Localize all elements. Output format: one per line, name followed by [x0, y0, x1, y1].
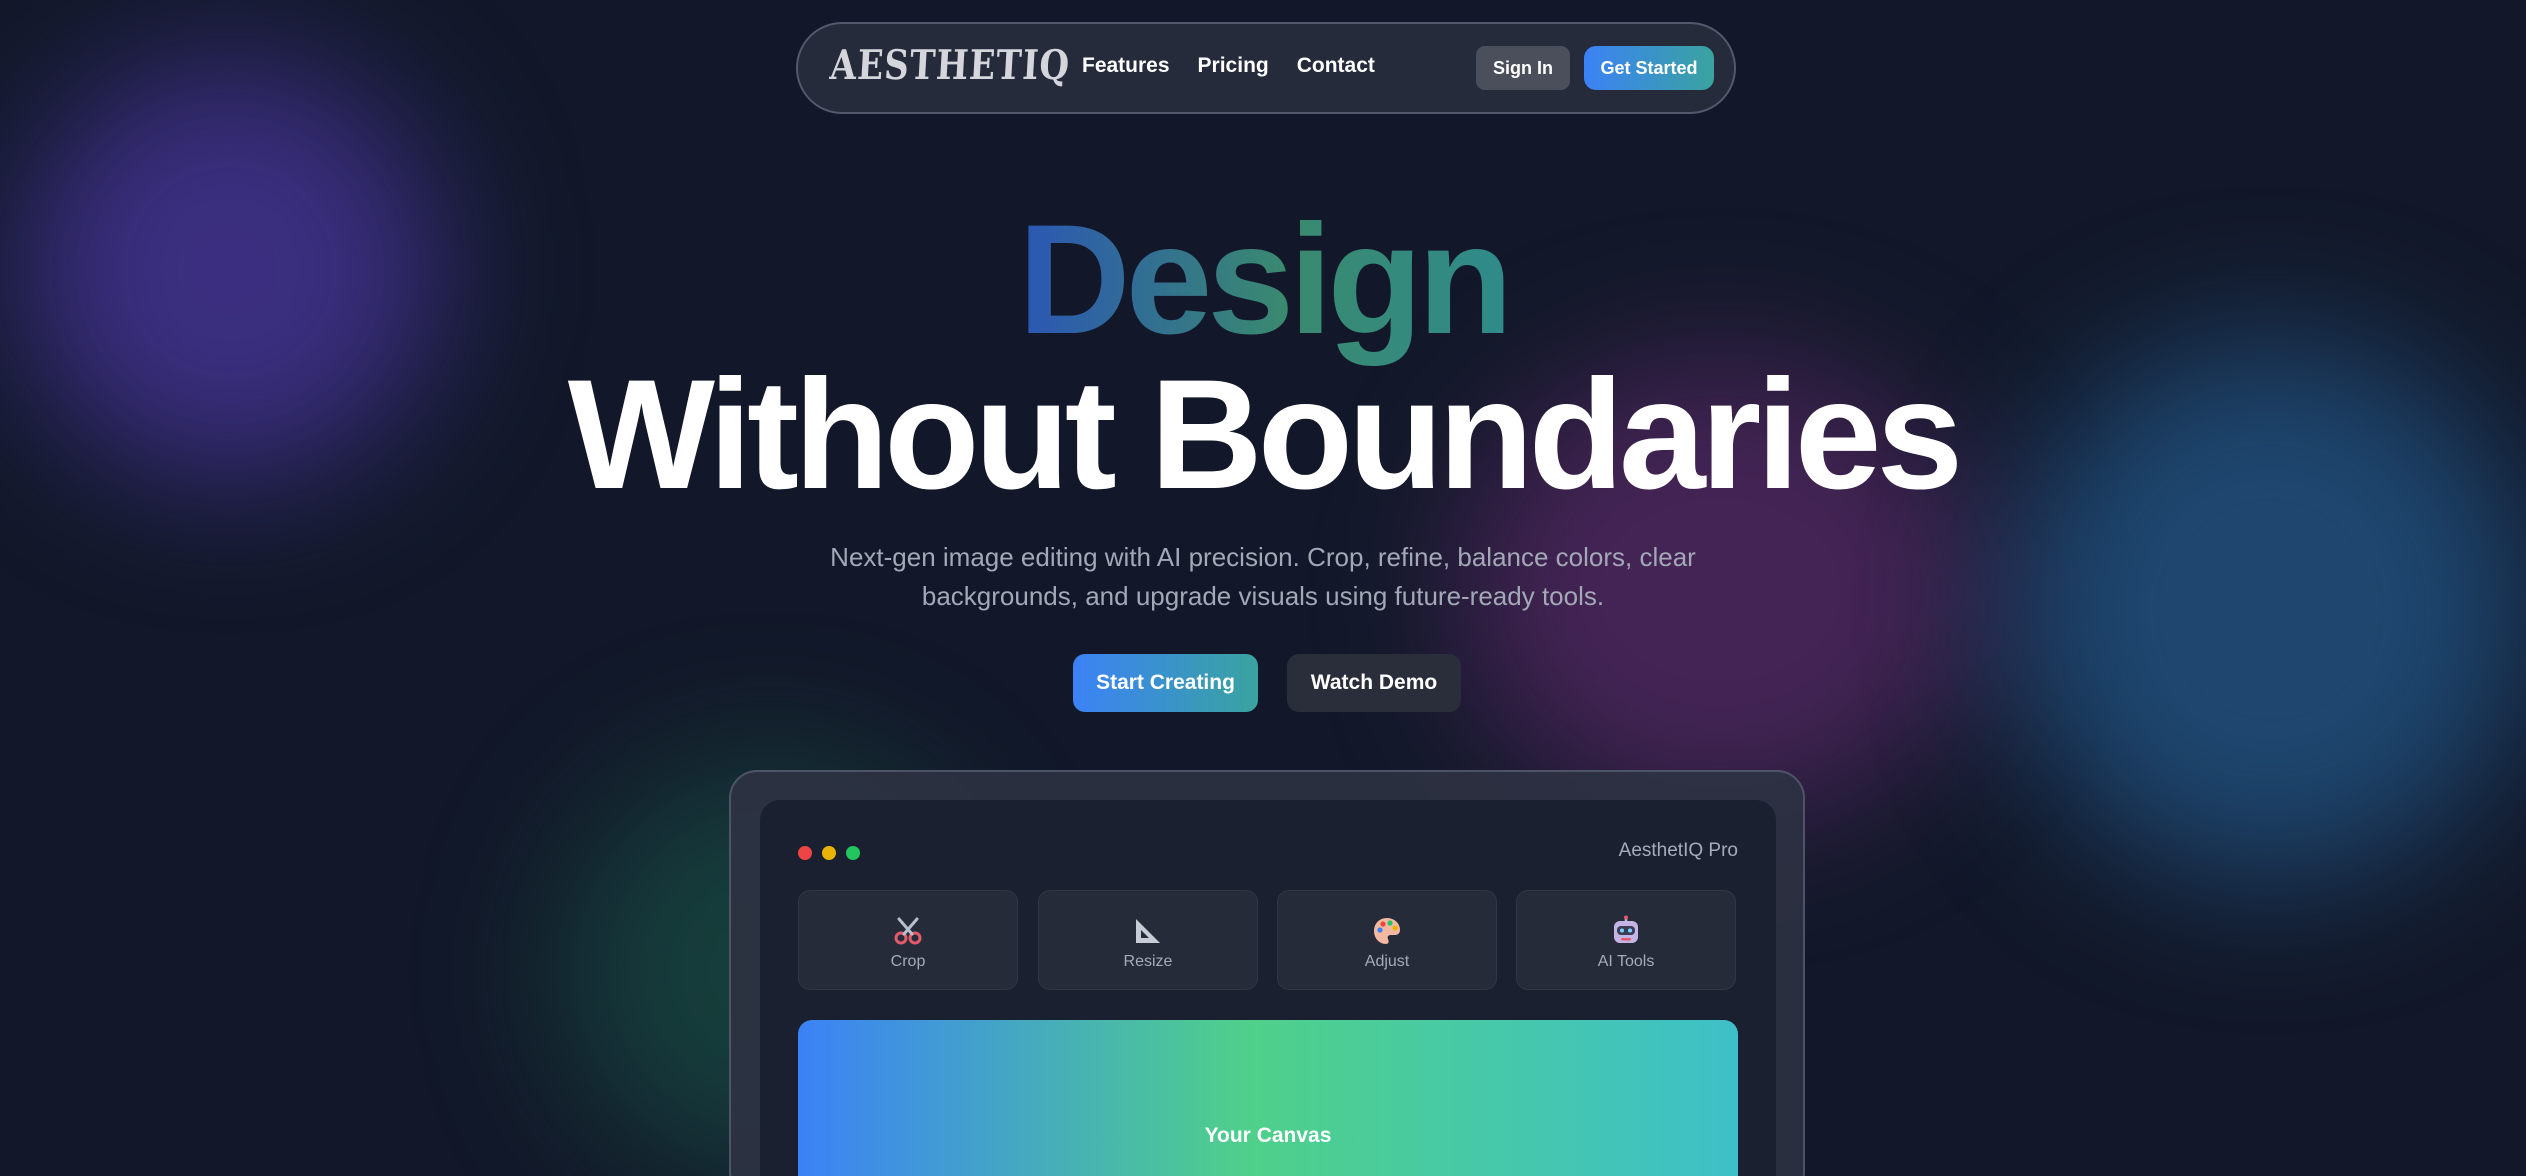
nav-link-pricing[interactable]: Pricing [1198, 54, 1269, 78]
tool-resize-label: Resize [1123, 953, 1173, 970]
canvas-label: Your Canvas [1204, 1124, 1332, 1147]
editor-canvas[interactable]: Your Canvas [798, 1020, 1738, 1176]
watch-demo-button[interactable]: Watch Demo [1287, 654, 1461, 712]
tool-ai-label: AI Tools [1597, 953, 1655, 970]
window-maximize-dot [846, 846, 860, 860]
set-square-icon [1039, 915, 1257, 947]
app-name-label: AesthetIQ Pro [1618, 840, 1738, 861]
robot-icon [1517, 915, 1735, 947]
start-creating-button[interactable]: Start Creating [1073, 654, 1258, 712]
app-preview-frame: AesthetIQ Pro Crop Resize Adjust AI Tool… [729, 770, 1805, 1176]
tool-adjust-label: Adjust [1364, 953, 1410, 970]
get-started-button[interactable]: Get Started [1584, 46, 1714, 90]
nav-links: Features Pricing Contact [1082, 54, 1375, 78]
sign-in-button[interactable]: Sign In [1476, 46, 1570, 90]
tool-resize[interactable]: Resize [1038, 890, 1258, 990]
top-navbar: AESTHETIQ Features Pricing Contact Sign … [796, 22, 1736, 114]
tool-crop-label: Crop [890, 953, 926, 970]
scissors-icon [799, 915, 1017, 947]
brand-logo[interactable]: AESTHETIQ [829, 42, 1072, 90]
tool-ai[interactable]: AI Tools [1516, 890, 1736, 990]
hero-title-line1: Design [0, 200, 2526, 360]
hero-subtitle: Next-gen image editing with AI precision… [830, 542, 1696, 611]
tool-crop[interactable]: Crop [798, 890, 1018, 990]
nav-link-features[interactable]: Features [1082, 54, 1170, 78]
hero-title-line2: Without Boundaries [567, 348, 1963, 522]
hero-title-gradient-word: Design [1017, 193, 1513, 367]
window-minimize-dot [822, 846, 836, 860]
nav-link-contact[interactable]: Contact [1297, 54, 1375, 78]
tool-adjust[interactable]: Adjust [1277, 890, 1497, 990]
window-close-dot [798, 846, 812, 860]
app-preview-window: AesthetIQ Pro Crop Resize Adjust AI Tool… [760, 800, 1776, 1176]
palette-icon [1278, 915, 1496, 947]
